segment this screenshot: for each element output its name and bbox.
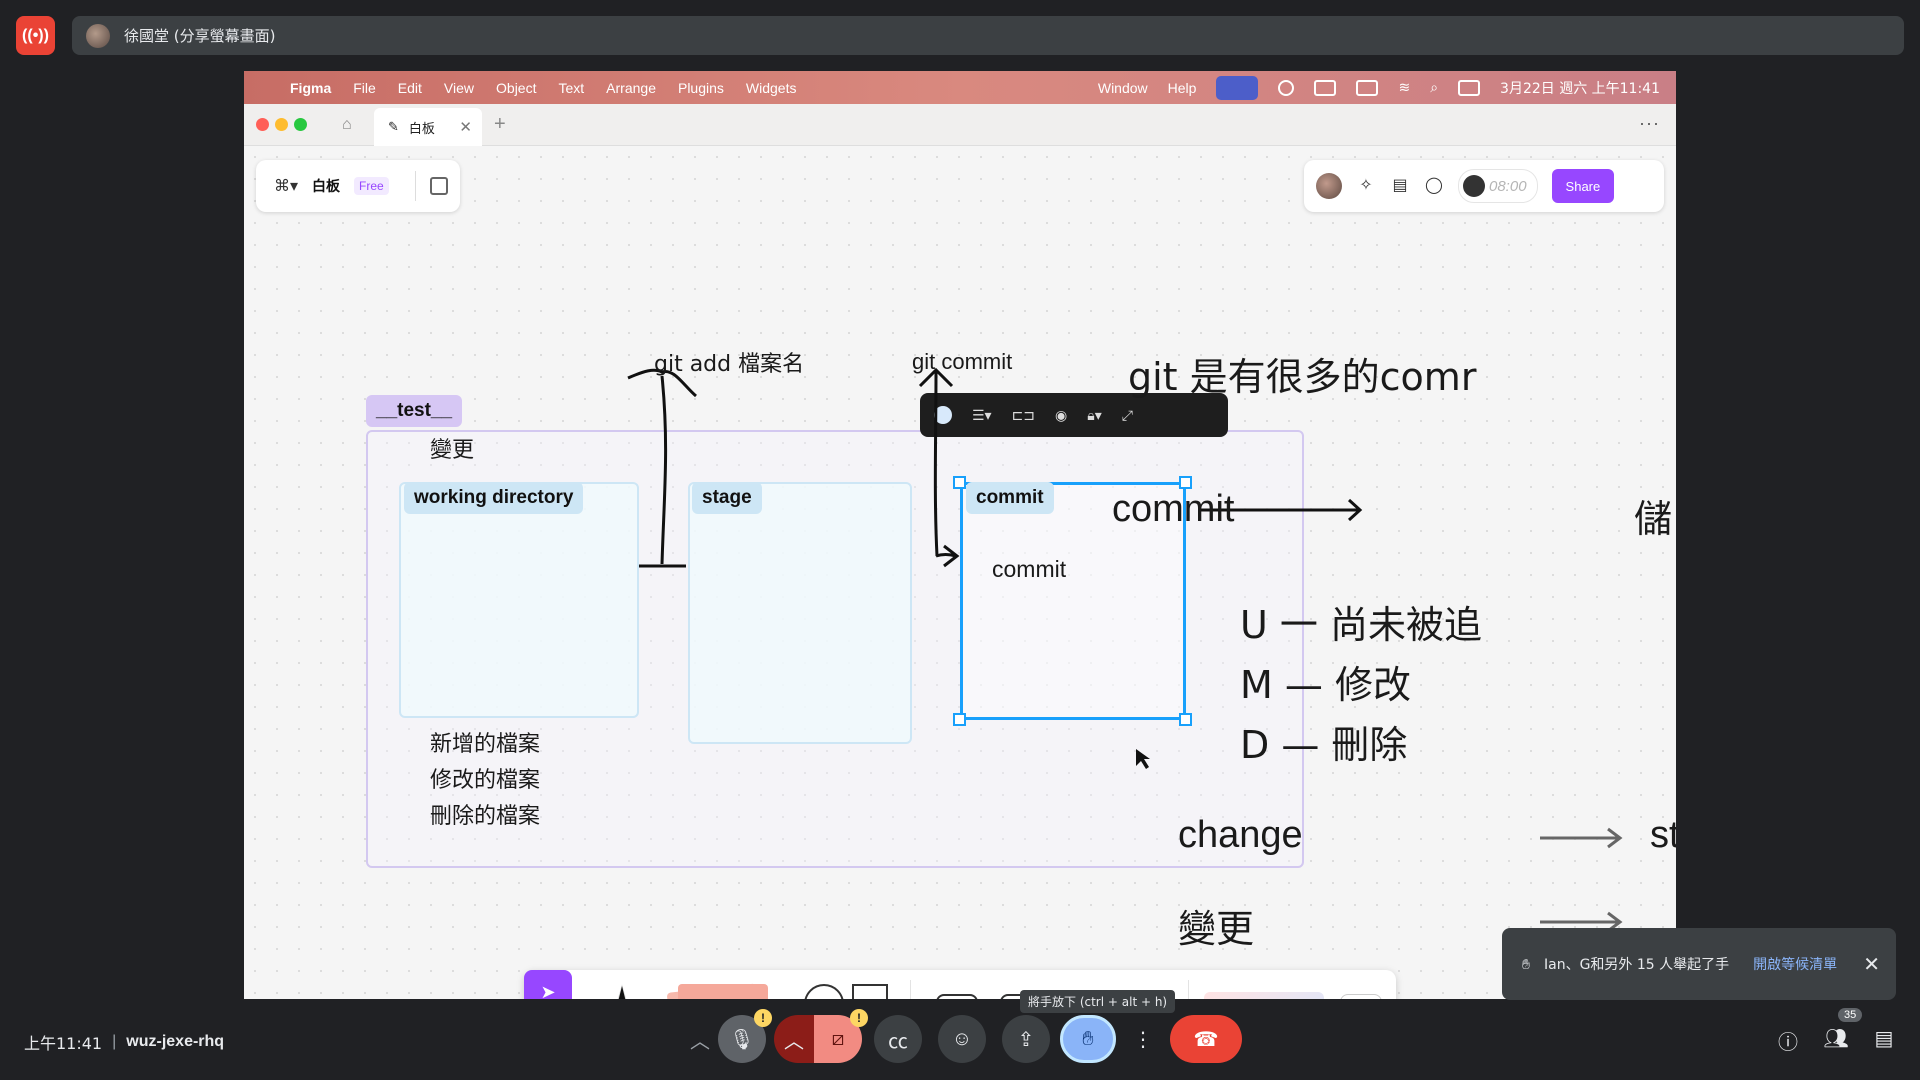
status-d-line: D — 刪除 — [1240, 723, 1408, 767]
more-icon[interactable]: ··· — [1639, 113, 1660, 134]
keyboard-icon[interactable] — [1314, 79, 1337, 96]
mac-menubar: Figma File Edit View Object Text Arrange… — [244, 71, 1676, 104]
end-call-icon: ☎ — [1193, 1028, 1219, 1051]
menu-figma[interactable]: Figma — [290, 80, 331, 96]
divider — [910, 980, 911, 999]
meeting-code[interactable]: wuz-jexe-rhq — [126, 1033, 224, 1051]
separator: | — [112, 1033, 117, 1050]
status-m-line: M — 修改 — [1240, 663, 1411, 707]
file-list-item: 刪除的檔案 — [430, 804, 541, 829]
new-tab-icon[interactable]: + — [494, 113, 506, 136]
close-icon[interactable]: ✕ — [459, 118, 472, 136]
search-icon[interactable]: ⌕ — [1430, 79, 1438, 96]
presenter-avatar — [86, 23, 110, 48]
battery-icon[interactable] — [1356, 79, 1379, 96]
circle-shape-tool[interactable] — [804, 984, 844, 999]
mic-icon: 🎙︎ — [729, 1028, 755, 1051]
emoji-button[interactable]: ☺ — [938, 1015, 986, 1063]
camera-warning-badge: ! — [850, 1009, 868, 1027]
home-icon[interactable]: ⌂ — [342, 116, 360, 134]
play-icon[interactable] — [1278, 79, 1295, 96]
presenter-bar: 徐國堂 (分享螢幕畫面) — [72, 16, 1904, 55]
meeting-info: 上午11:41 | wuz-jexe-rhq — [24, 1030, 224, 1054]
commit-arrow-right: 儲 — [1634, 497, 1673, 541]
wifi-icon[interactable]: ≋ — [1398, 79, 1410, 96]
info-icon[interactable]: ⓘ — [1774, 1026, 1802, 1054]
captions-icon: ㏄ — [888, 1030, 908, 1053]
more-vert-icon: ⋮ — [1133, 1028, 1153, 1051]
raised-hands-text: Ian、G和另外 15 人舉起了手 — [1543, 957, 1730, 973]
biangeng-label: 變更 — [1178, 907, 1255, 951]
mac-status-area: Window Help ≋ ⌕ 3月22日 週六 上午11:41 — [1098, 71, 1660, 104]
figjam-canvas[interactable]: ⌘▾ 白板 Free ✧ ▤ ◯ 08:00 Share __test__ 變更… — [244, 146, 1676, 999]
people-count-badge: 35 — [1838, 1008, 1863, 1022]
video-options-chevron[interactable]: ︿ — [774, 1015, 814, 1063]
templates-tool[interactable] — [1204, 992, 1324, 999]
close-icon[interactable]: ✕ — [1863, 952, 1880, 977]
sticky-note-stack — [678, 984, 768, 999]
screen-share-icon[interactable] — [1216, 75, 1259, 100]
presenter-name: 徐國堂 (分享螢幕畫面) — [124, 27, 276, 45]
menu-arrange[interactable]: Arrange — [606, 80, 656, 96]
text-tool[interactable]: T — [936, 994, 978, 999]
file-list-item: 修改的檔案 — [430, 768, 541, 793]
menu-file[interactable]: File — [353, 80, 376, 96]
hand-icon: ✋︎ — [1522, 955, 1530, 972]
microphone-button[interactable]: 🎙︎ ! — [718, 1009, 772, 1063]
menu-text[interactable]: Text — [558, 80, 584, 96]
menu-edit[interactable]: Edit — [398, 80, 422, 96]
change-right: st — [1650, 814, 1676, 856]
leave-call-button[interactable]: ☎ — [1170, 1015, 1242, 1063]
close-window-button[interactable] — [256, 118, 269, 131]
menu-widgets[interactable]: Widgets — [746, 80, 797, 96]
pen-icon: ✎ — [388, 119, 399, 134]
more-tools-button[interactable]: + — [1340, 994, 1382, 999]
live-streaming-icon[interactable]: ((•)) — [16, 16, 55, 55]
shared-screen: Figma File Edit View Object Text Arrange… — [244, 71, 1676, 999]
commit-arrow-left: commit — [1112, 488, 1235, 530]
pen-tool[interactable] — [602, 984, 642, 999]
notes-heading: git 是有很多的comr — [1128, 355, 1477, 399]
browser-tabbar: ⌂ ✎ 白板 ✕ + ··· — [244, 104, 1676, 146]
git-add-label: git add 檔案名 — [654, 352, 805, 377]
select-tool[interactable]: ➤ — [524, 970, 572, 999]
minimize-window-button[interactable] — [275, 118, 288, 131]
creation-toolbar: ➤ ✋︎ T ⌜⌟ ⊞ ♙ + — [524, 970, 1396, 999]
more-options-button[interactable]: ⋮ — [1128, 1015, 1158, 1063]
menu-view[interactable]: View — [444, 80, 474, 96]
maximize-window-button[interactable] — [294, 118, 307, 131]
raise-hand-tooltip: 將手放下 (ctrl + alt + h) — [1020, 990, 1176, 1013]
raised-hands-notification: ✋︎ Ian、G和另外 15 人舉起了手 開啟等候清單 ✕ — [1502, 928, 1896, 1000]
git-commit-label: git commit — [912, 349, 1013, 374]
divider — [1188, 980, 1189, 999]
control-center-icon[interactable] — [1458, 79, 1481, 96]
menu-plugins[interactable]: Plugins — [678, 80, 724, 96]
mic-warning-badge: ! — [754, 1009, 772, 1027]
meeting-time: 上午11:41 — [24, 1034, 103, 1053]
audio-options-chevron[interactable]: ︿ — [682, 1015, 718, 1063]
tab-whiteboard[interactable]: ✎ 白板 ✕ — [374, 108, 482, 146]
rect-shape-tool[interactable] — [852, 984, 888, 999]
chat-icon[interactable]: ▤ — [1870, 1026, 1898, 1054]
camera-off-icon: ⧄ — [831, 1027, 845, 1050]
menu-object[interactable]: Object — [496, 80, 536, 96]
connector-layer — [627, 367, 1623, 933]
menu-help[interactable]: Help — [1168, 80, 1197, 96]
people-icon[interactable]: 👥︎ — [1822, 1026, 1850, 1054]
mac-datetime[interactable]: 3月22日 週六 上午11:41 — [1500, 78, 1660, 98]
emoji-icon: ☺ — [951, 1027, 973, 1050]
present-icon: ⇪ — [1017, 1028, 1035, 1051]
menu-window[interactable]: Window — [1098, 80, 1148, 96]
change-left: change — [1178, 814, 1303, 856]
camera-button[interactable]: ⧄ ! — [814, 1009, 868, 1063]
tab-title: 白板 — [408, 121, 435, 137]
file-list-item: 新增的檔案 — [430, 732, 541, 757]
hand-icon: ✋︎ — [1082, 1027, 1094, 1050]
captions-button[interactable]: ㏄ — [874, 1015, 922, 1063]
status-u-line: U 一 尚未被追 — [1240, 603, 1482, 647]
raise-hand-button[interactable]: ✋︎ — [1060, 1015, 1116, 1063]
present-button[interactable]: ⇪ — [1002, 1015, 1050, 1063]
open-queue-link[interactable]: 開啟等候清單 — [1753, 954, 1837, 974]
